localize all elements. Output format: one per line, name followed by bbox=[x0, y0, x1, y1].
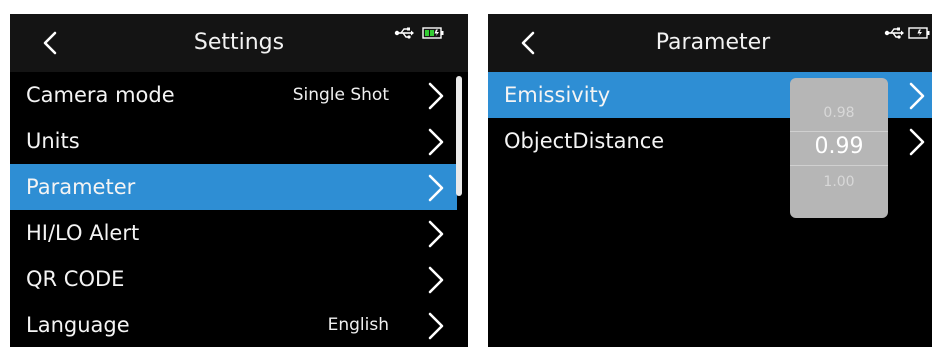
chevron-right-icon bbox=[428, 128, 444, 156]
page-title: Parameter bbox=[655, 30, 771, 55]
chevron-right-icon bbox=[428, 220, 444, 248]
menu-item-qr-code[interactable]: QR CODE bbox=[10, 256, 457, 302]
chevron-right-icon bbox=[428, 266, 444, 294]
menu-item-units[interactable]: Units bbox=[10, 118, 457, 164]
emissivity-picker[interactable]: 0.98 0.99 1.00 bbox=[790, 78, 888, 218]
menu-item-label: QR CODE bbox=[26, 267, 125, 291]
settings-header: Settings bbox=[10, 14, 468, 72]
menu-item-label: Parameter bbox=[26, 175, 136, 199]
chevron-right-icon bbox=[909, 128, 925, 156]
menu-item-label: ObjectDistance bbox=[504, 129, 665, 153]
menu-item-value: English bbox=[327, 315, 389, 335]
picker-next-value[interactable]: 1.00 bbox=[790, 174, 888, 190]
usb-icon bbox=[884, 27, 904, 39]
picker-current-value[interactable]: 0.99 bbox=[790, 134, 888, 159]
chevron-right-icon bbox=[909, 82, 925, 110]
menu-item-language[interactable]: Language English bbox=[10, 302, 457, 347]
chevron-right-icon bbox=[428, 312, 444, 340]
chevron-right-icon bbox=[428, 82, 444, 110]
menu-item-label: Units bbox=[26, 129, 80, 153]
picker-divider bbox=[790, 165, 888, 166]
menu-item-parameter[interactable]: Parameter bbox=[10, 164, 457, 210]
picker-divider bbox=[790, 131, 888, 132]
menu-item-label: Emissivity bbox=[504, 83, 611, 107]
menu-item-camera-mode[interactable]: Camera mode Single Shot bbox=[10, 72, 457, 118]
menu-item-label: Camera mode bbox=[26, 83, 175, 107]
picker-prev-value[interactable]: 0.98 bbox=[790, 105, 888, 121]
scrollbar[interactable] bbox=[456, 76, 462, 196]
page-title: Settings bbox=[193, 30, 285, 55]
battery-icon bbox=[422, 27, 444, 39]
menu-item-label: Language bbox=[26, 313, 130, 337]
parameter-screen: Parameter Emissivity ObjectDistance 0.98… bbox=[488, 14, 932, 347]
menu-item-hi-lo-alert[interactable]: HI/LO Alert bbox=[10, 210, 457, 256]
settings-screen: Settings Camera mode Single Shot Units P… bbox=[10, 14, 468, 347]
parameter-header: Parameter bbox=[488, 14, 932, 72]
battery-icon bbox=[908, 27, 930, 39]
chevron-right-icon bbox=[428, 174, 444, 202]
menu-item-value: Single Shot bbox=[292, 85, 389, 105]
usb-icon bbox=[394, 27, 414, 39]
menu-item-label: HI/LO Alert bbox=[26, 221, 140, 245]
